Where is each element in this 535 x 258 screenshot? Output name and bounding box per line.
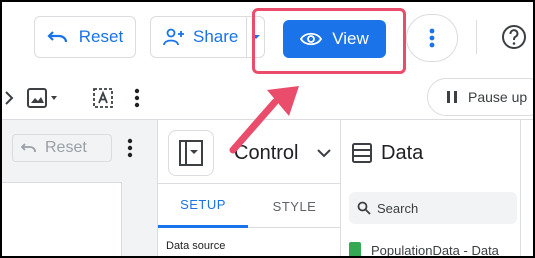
top-toolbar: Reset Share View	[2, 2, 533, 74]
search-placeholder: Search	[377, 200, 419, 216]
text-box-button[interactable]	[90, 84, 116, 112]
annotation-arrow	[229, 86, 299, 154]
control-type-button[interactable]	[168, 130, 214, 176]
tab-setup[interactable]: SETUP	[158, 184, 248, 228]
data-panel: Data Search PopulationData - Data	[340, 120, 533, 258]
canvas-reset-label: Reset	[45, 139, 87, 156]
data-source-name: PopulationData - Data	[371, 242, 499, 258]
screenshot-frame: Reset Share View Pause up Reset Control …	[0, 0, 535, 258]
pause-updates-button[interactable]: Pause up	[427, 78, 533, 116]
share-main[interactable]: Share	[151, 17, 246, 57]
reset-button[interactable]: Reset	[34, 16, 136, 58]
chevron-right-icon[interactable]	[2, 86, 16, 110]
data-search-input[interactable]: Search	[349, 192, 517, 224]
toolbar-divider	[476, 20, 477, 54]
question-circle-icon	[502, 25, 526, 49]
help-button[interactable]	[499, 22, 529, 52]
undo-arrow-icon	[21, 143, 36, 153]
view-button[interactable]: View	[283, 20, 386, 58]
chevron-down-icon	[317, 149, 331, 158]
more-options-button[interactable]	[406, 14, 458, 62]
eye-icon	[300, 32, 323, 46]
canvas-reset-button[interactable]: Reset	[12, 134, 112, 162]
vertical-dots-icon	[127, 138, 133, 158]
search-icon	[357, 201, 371, 215]
vertical-dots-icon	[429, 28, 435, 48]
reset-button-label: Reset	[78, 27, 124, 46]
view-button-label: View	[332, 29, 369, 48]
data-panel-title: Data	[381, 142, 424, 164]
tab-style[interactable]: STYLE	[248, 184, 341, 228]
image-icon	[27, 88, 57, 108]
data-source-item[interactable]: PopulationData - Data	[349, 242, 499, 258]
sheets-icon	[349, 242, 361, 256]
data-source-label: Data source	[166, 240, 226, 252]
pause-icon	[447, 91, 457, 103]
data-table-icon	[352, 143, 372, 163]
canvas-more-button[interactable]	[122, 136, 138, 160]
dropdown-control-icon	[179, 140, 203, 166]
data-panel-divider	[520, 120, 521, 256]
add-person-icon	[163, 28, 184, 46]
share-button-label: Share	[193, 27, 239, 46]
control-panel-chevron[interactable]	[316, 146, 332, 164]
text-box-icon	[93, 88, 113, 108]
share-button[interactable]: Share	[150, 16, 265, 58]
report-page[interactable]	[2, 182, 122, 256]
image-insert-button[interactable]	[24, 84, 62, 112]
vertical-dots-icon	[134, 88, 140, 108]
undo-arrow-icon	[47, 31, 67, 43]
control-tabs: SETUP STYLE	[158, 184, 341, 228]
pause-updates-label: Pause up	[468, 89, 528, 105]
more-tools-button[interactable]	[130, 84, 144, 112]
data-panel-header: Data	[341, 120, 533, 184]
